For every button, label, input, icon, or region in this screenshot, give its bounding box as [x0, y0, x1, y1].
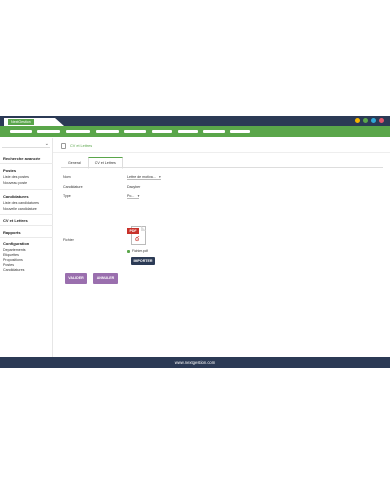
- sidebar-divider: [0, 237, 53, 238]
- window-dot-3[interactable]: [371, 118, 376, 123]
- top-navbar: [0, 126, 390, 137]
- type-value: Po...: [127, 194, 135, 198]
- sidebar-group-candidatures[interactable]: Candidatures: [3, 194, 29, 199]
- pdf-badge: PDF: [127, 228, 139, 234]
- divider: [53, 152, 390, 153]
- nav-item-4[interactable]: [96, 130, 119, 133]
- document-icon: [61, 143, 66, 149]
- nav-item-6[interactable]: [152, 130, 172, 133]
- pdf-file-icon[interactable]: PDF ఠ: [127, 224, 147, 246]
- sidebar-group-recherche[interactable]: Recherche avancée: [3, 156, 40, 161]
- cancel-button[interactable]: ANNULER: [93, 273, 118, 284]
- nom-value: Lettre de motiva...: [127, 175, 156, 179]
- sidebar-group-postes[interactable]: Postes: [3, 168, 16, 173]
- sidebar-item-liste-postes[interactable]: Liste des postes: [3, 175, 29, 179]
- sidebar-item-propositions[interactable]: Propositions: [3, 258, 23, 262]
- breadcrumb-item[interactable]: CV et Lettres: [70, 144, 92, 148]
- save-button[interactable]: VALIDER: [65, 273, 87, 284]
- sidebar-item-candidatures[interactable]: Candidatures: [3, 268, 24, 272]
- window-dot-1[interactable]: [355, 118, 360, 123]
- candidature-value[interactable]: Dacyber: [127, 185, 140, 189]
- caret-down-icon: ▾: [137, 194, 140, 198]
- tabs-divider: [61, 167, 383, 168]
- import-button[interactable]: IMPORTER: [131, 257, 155, 265]
- sidebar-select[interactable]: ⌄: [2, 141, 50, 148]
- sidebar-item-nouvelle-candidature[interactable]: Nouvelle candidature: [3, 207, 37, 211]
- app-badge: NextGestion: [8, 119, 34, 125]
- acrobat-icon: ఠ: [135, 236, 140, 243]
- sidebar-item-etiquettes[interactable]: Etiquettes: [3, 253, 19, 257]
- sidebar-divider: [0, 225, 53, 226]
- file-name[interactable]: Fichier.pdf: [127, 249, 148, 253]
- type-label: Type: [63, 194, 71, 198]
- file-check-icon: [127, 249, 130, 253]
- file-name-text: Fichier.pdf: [132, 249, 148, 253]
- sidebar-item-liste-candidatures[interactable]: Liste des candidatures: [3, 201, 39, 205]
- sidebar-group-rapports[interactable]: Rapports: [3, 230, 21, 235]
- nav-item-5[interactable]: [124, 130, 146, 133]
- nav-item-7[interactable]: [178, 130, 198, 133]
- sidebar-divider: [0, 189, 53, 190]
- nav-item-9[interactable]: [230, 130, 250, 133]
- candidature-label: Candidature: [63, 185, 83, 189]
- type-select[interactable]: Po... ▾: [127, 194, 140, 199]
- window-dot-4[interactable]: [379, 118, 384, 123]
- sidebar-group-cv-lettres[interactable]: CV et Lettres: [3, 218, 28, 223]
- sidebar-divider: [0, 214, 53, 215]
- window-titlebar: NextGestion: [0, 116, 390, 126]
- caret-down-icon: ▾: [159, 175, 161, 179]
- fichier-label: Fichier: [63, 238, 74, 242]
- window-dot-2[interactable]: [363, 118, 368, 123]
- main-content: CV et Lettres General CV et Lettres Nom …: [53, 138, 390, 368]
- sidebar-group-configuration[interactable]: Configuration: [3, 241, 29, 246]
- sidebar-divider: [0, 163, 53, 164]
- sidebar-item-departements[interactable]: Departements: [3, 248, 26, 252]
- window-controls: [355, 118, 384, 123]
- nom-field[interactable]: Lettre de motiva... ▾: [127, 175, 161, 180]
- footer: www.nextgestion.com: [0, 357, 390, 368]
- nav-item-1[interactable]: [10, 130, 32, 133]
- breadcrumb: CV et Lettres: [61, 143, 92, 149]
- nav-item-8[interactable]: [203, 130, 225, 133]
- app-window: NextGestion ⌄ Recherche avancée Postes L…: [0, 116, 390, 368]
- nom-label: Nom: [63, 175, 71, 179]
- sidebar: ⌄ Recherche avancée Postes Liste des pos…: [0, 138, 53, 368]
- nav-item-3[interactable]: [66, 130, 90, 133]
- sidebar-item-postes[interactable]: Postes: [3, 263, 14, 267]
- nav-item-2[interactable]: [37, 130, 60, 133]
- sidebar-item-nouveau-poste[interactable]: Nouveau poste: [3, 181, 27, 185]
- chevron-down-icon: ⌄: [44, 141, 49, 147]
